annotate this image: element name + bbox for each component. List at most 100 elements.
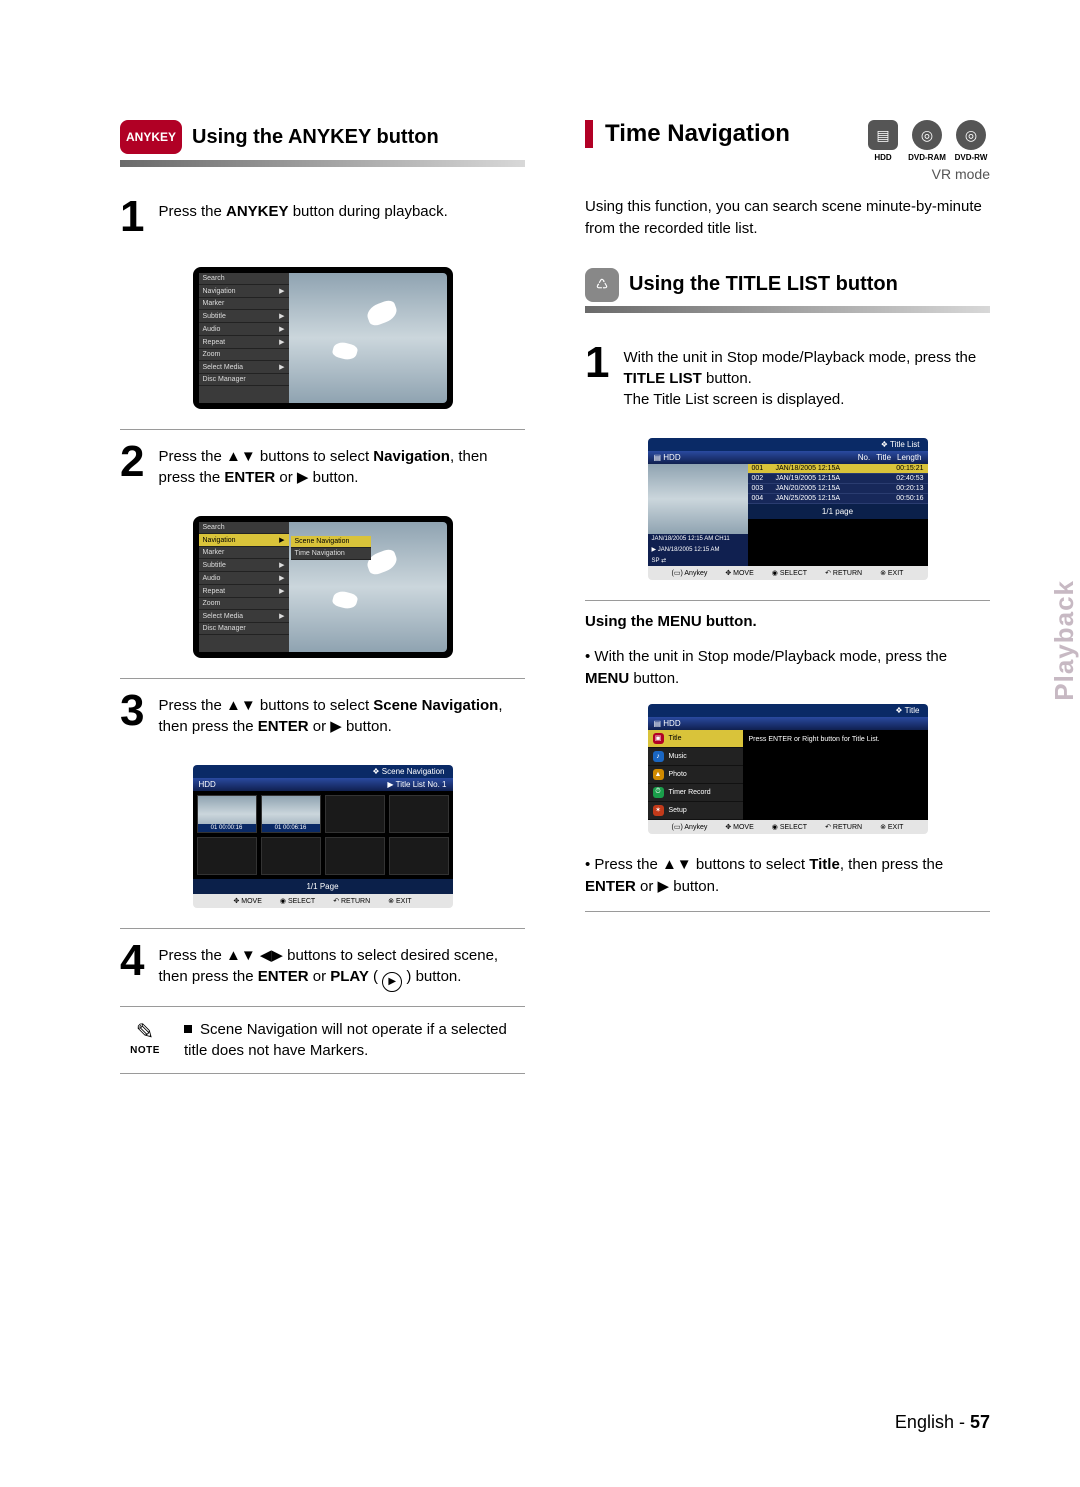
osd-menu-item: Disc Manager (199, 623, 289, 635)
text: Press the (158, 203, 226, 220)
osd-menu-item: Subtitle▶ (199, 559, 289, 572)
col-header: No. (858, 453, 870, 462)
text: Press the (158, 947, 226, 964)
osd-menu-item: Zoom (199, 349, 289, 361)
osd-menu-item: Select Media▶ (199, 610, 289, 623)
text: or (309, 968, 331, 985)
osd-footer-item: ✥ MOVE (725, 569, 753, 577)
icon-label: HDD (874, 153, 891, 162)
right-column: Time Navigation ▤HDD ◎DVD-RAM ◎DVD-RW VR… (585, 120, 990, 1074)
menu-heading: Using the MENU button. (585, 613, 757, 630)
text-bold: TITLE LIST (623, 370, 701, 387)
arrow-icons: ▲▼ ◀▶ (226, 947, 283, 964)
gradient-bar (585, 306, 990, 313)
section-accent (585, 120, 593, 148)
osd-menu-2: SearchNavigation▶MarkerSubtitle▶Audio▶Re… (193, 516, 453, 658)
text-bold: ENTER (258, 968, 309, 985)
side-tab: Playback (1049, 580, 1080, 701)
osd-pager: 1/1 Page (193, 879, 453, 894)
menu-item: ▲Photo (648, 766, 743, 784)
table-row: 002JAN/19/2005 12:15A02:40:53 (748, 474, 928, 484)
osd-footer-item: ↶ RETURN (825, 823, 862, 831)
osd-footer-item: ↶ RETURN (825, 569, 862, 577)
osd-menu-item: Marker (199, 298, 289, 310)
step-4: 4 Press the ▲▼ ◀▶ buttons to select desi… (120, 929, 525, 1006)
step-number: 1 (120, 195, 144, 239)
osd-footer-item: ◉ SELECT (772, 823, 807, 831)
osd-submenu-item: Time Navigation (291, 548, 371, 560)
text-bold: PLAY (330, 968, 369, 985)
arrow-right-icon: ▶ (297, 469, 309, 486)
osd-menu-item: Audio▶ (199, 572, 289, 585)
osd-title: Title (895, 706, 919, 715)
menu-item: ⏱Timer Record (648, 784, 743, 802)
text-bold: ENTER (224, 469, 275, 486)
text: ( (369, 968, 382, 985)
col-header: Length (897, 453, 921, 462)
osd-footer-item: ✥ MOVE (725, 823, 753, 831)
note-text: Scene Navigation will not operate if a s… (184, 1021, 507, 1059)
dvd-ram-icon: ◎ (912, 120, 942, 150)
thumbnail: 01 00:06:16 (261, 795, 321, 833)
table-row: 003JAN/20/2005 12:15A00:20:13 (748, 484, 928, 494)
title-list-icon: ♺ (585, 268, 619, 302)
step-2: 2 Press the ▲▼ buttons to select Navigat… (120, 430, 525, 502)
text: Press the (158, 697, 226, 714)
osd-footer-item: ◉ SELECT (280, 897, 315, 905)
text: button. (308, 469, 358, 486)
preview-image (648, 464, 748, 534)
text: button. (342, 718, 392, 735)
mode-label: VR mode (585, 166, 990, 182)
osd-list-label: ▶ Title List No. 1 (387, 780, 446, 789)
left-heading: Using the ANYKEY button (192, 126, 439, 149)
intro-text: Using this function, you can search scen… (585, 196, 990, 240)
thumbnail (197, 837, 257, 875)
menu-item: ♪Music (648, 748, 743, 766)
menu-item: ▣Title (648, 730, 743, 748)
osd-title: Scene Navigation (372, 767, 444, 776)
col-header: Title (876, 453, 891, 462)
table-row: 004JAN/25/2005 12:15A00:50:16 (748, 494, 928, 504)
osd-menu-item: Disc Manager (199, 374, 289, 386)
osd-footer-item: ⊗ EXIT (388, 897, 411, 905)
anykey-badge: ANYKEY (120, 120, 182, 154)
footer-lang: English (895, 1412, 954, 1432)
text: button. (629, 670, 679, 687)
step-number: 3 (120, 689, 144, 737)
text-bold: ENTER (258, 718, 309, 735)
osd-menu-item: Search (199, 522, 289, 534)
osd-footer-item: ⊗ EXIT (880, 569, 903, 577)
arrow-right-icon: ▶ (658, 878, 670, 895)
meta-text: JAN/18/2005 12:15 AM CH11 (648, 534, 748, 544)
text-bold: Scene Navigation (373, 697, 498, 714)
meta-text: ▶ JAN/18/2005 12:15 AM (648, 544, 748, 555)
osd-menu-1: SearchNavigation▶MarkerSubtitle▶Audio▶Re… (193, 267, 453, 409)
osd-menu-item: Zoom (199, 598, 289, 610)
osd-menu-item: Marker (199, 547, 289, 559)
osd-footer-item: ◉ SELECT (772, 569, 807, 577)
arrow-icons: ▲▼ (226, 448, 256, 465)
note-block: ✎ NOTE Scene Navigation will not operate… (120, 1007, 525, 1073)
thumbnail (389, 795, 449, 833)
left-column: ANYKEY Using the ANYKEY button 1 Press t… (120, 120, 525, 1074)
text-bold: Title (809, 856, 840, 873)
text: The Title List screen is displayed. (623, 391, 844, 408)
osd-menu-item: Navigation▶ (199, 534, 289, 547)
right-step-1: 1 With the unit in Stop mode/Playback mo… (585, 331, 990, 424)
text: button during playback. (289, 203, 448, 220)
osd-menu-item: Navigation▶ (199, 285, 289, 298)
osd-title-list: Title List ▤ HDD No. Title Length JAN/18… (648, 438, 928, 580)
text: • With the unit in Stop mode/Playback mo… (585, 648, 947, 665)
icon-label: DVD-RAM (908, 153, 946, 162)
osd-footer-item: ↶ RETURN (333, 897, 370, 905)
thumbnail: 01 00:00:16 (197, 795, 257, 833)
note-label: NOTE (120, 1045, 170, 1056)
osd-menu-item: Subtitle▶ (199, 310, 289, 323)
osd-footer-item: ✥ MOVE (233, 897, 261, 905)
text: , then press the (840, 856, 943, 873)
osd-footer-item: (▭) Anykey (672, 823, 708, 831)
page-footer: English - 57 (895, 1412, 990, 1433)
osd-title: Title List (881, 440, 920, 449)
hdd-icon: ▤ (868, 120, 898, 150)
osd-pager: 1/1 page (748, 504, 928, 519)
